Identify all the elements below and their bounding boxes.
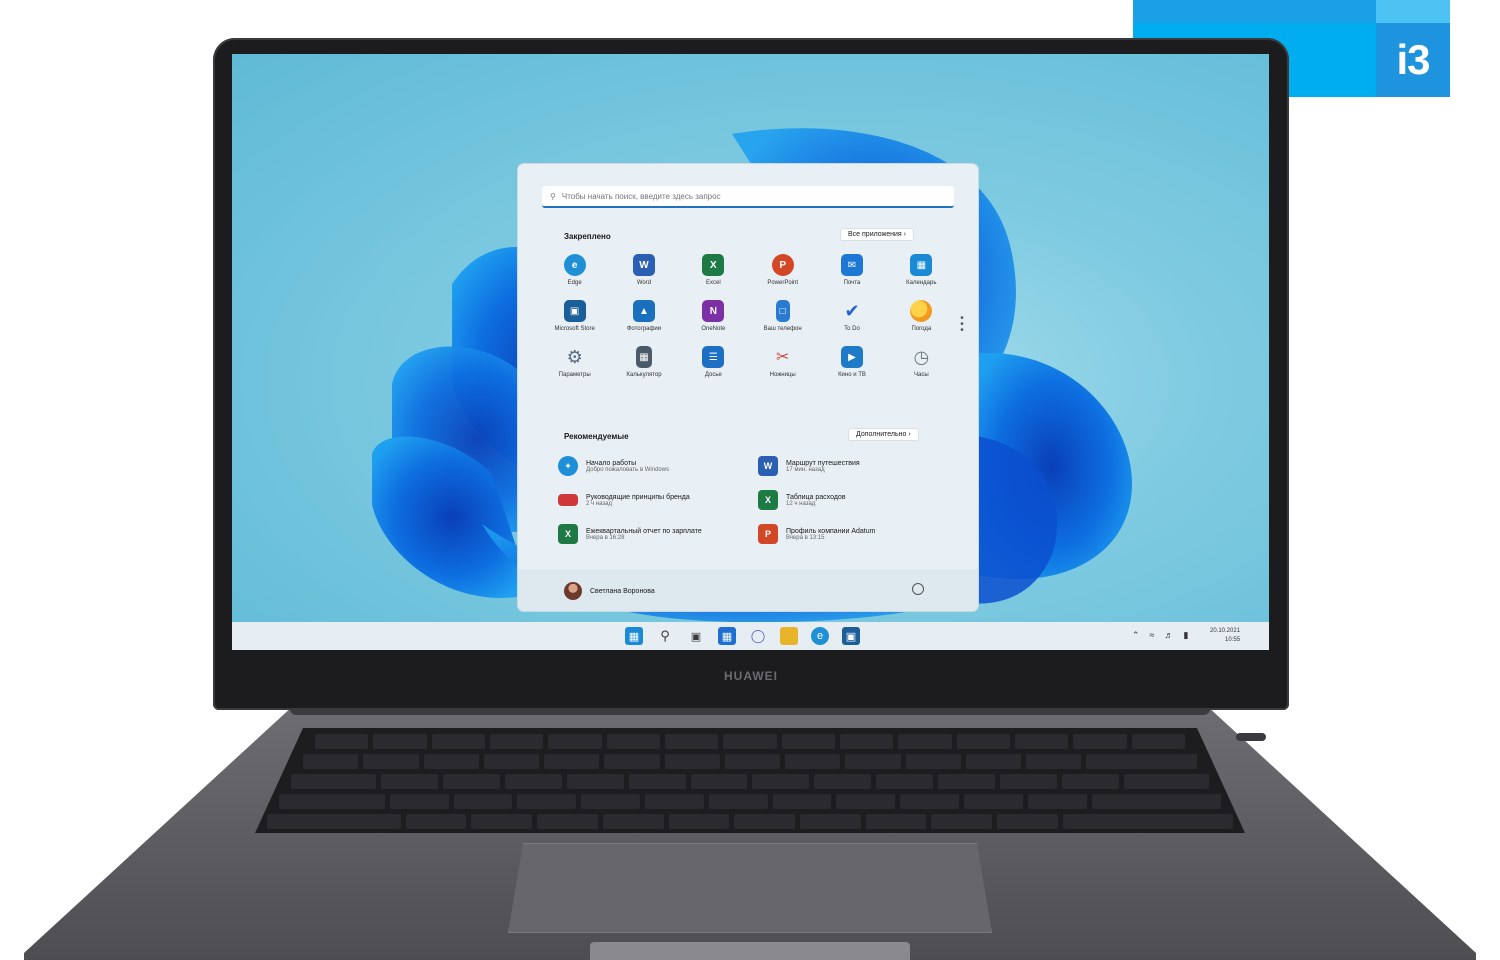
calculator-icon: ▦	[635, 346, 652, 368]
power-icon[interactable]	[912, 583, 924, 595]
start-search-input[interactable]	[561, 191, 922, 201]
pinned-app-movies[interactable]: ▶ Кино и ТВ	[817, 346, 886, 378]
user-account[interactable]: Светлана Воронова	[564, 582, 655, 600]
onenote-icon: N	[702, 300, 725, 322]
recommended-item[interactable]: Руководящие принципы бренда 2 ч назад	[558, 490, 738, 510]
pinned-app-calculator[interactable]: ▦ Калькулятор	[609, 346, 678, 378]
power-button	[1236, 733, 1266, 741]
taskview-icon[interactable]: ▣	[687, 627, 705, 645]
pinned-app-snipping[interactable]: ✂ Ножницы	[748, 346, 817, 378]
key-row	[303, 754, 1197, 769]
ppt-doc-icon: P	[758, 524, 778, 544]
excel-doc-icon: X	[758, 490, 778, 510]
key-row	[267, 814, 1233, 829]
phone-icon: □	[775, 300, 790, 322]
user-name: Светлана Воронова	[590, 587, 655, 595]
pinned-app-todo[interactable]: ✔ To Do	[817, 300, 886, 333]
start-footer: Светлана Воронова	[518, 569, 978, 611]
movies-icon: ▶	[840, 346, 863, 368]
recommended-item[interactable]: P Профиль компании Adatum Вчера в 13:15	[758, 524, 938, 544]
store-icon[interactable]: ▣	[842, 627, 860, 645]
pinned-app-onenote[interactable]: N OneNote	[679, 300, 748, 332]
key-row	[315, 734, 1185, 749]
edge-icon[interactable]: e	[811, 627, 829, 645]
search-icon: ⚲	[550, 191, 556, 201]
pinned-app-powerpoint[interactable]: P PowerPoint	[748, 254, 817, 286]
photos-icon: ▲	[632, 300, 655, 322]
pinned-app-edge[interactable]: e Edge	[540, 254, 609, 286]
pinned-app-photos[interactable]: ▲ Фотографии	[609, 300, 678, 332]
date-text: 20.10.2021	[1210, 628, 1241, 634]
recommended-item[interactable]: X Ежеквартальный отчет по зарплате Вчера …	[558, 524, 738, 544]
pinned-app-calendar[interactable]: ▦ Календарь	[887, 254, 956, 286]
widgets-icon[interactable]: ▦	[718, 627, 736, 645]
weather-icon	[910, 300, 933, 322]
recommended-item[interactable]: W Маршрут путешествия 17 мин. назад	[758, 456, 938, 476]
pinned-apps-grid: e Edge W Word X Excel P PowerPoint ✉ Почта ▦ К…	[540, 254, 956, 378]
badge-block	[1133, 0, 1376, 23]
key-row	[279, 794, 1221, 809]
chat-icon[interactable]: ◯	[749, 627, 767, 645]
pinned-app-weather[interactable]: Погода	[887, 300, 956, 332]
all-apps-button[interactable]: Все приложения ›	[840, 228, 914, 241]
excel-icon: X	[702, 254, 725, 276]
word-doc-icon: W	[758, 456, 778, 476]
pinned-title: Закреплено	[564, 232, 611, 241]
key-row	[291, 774, 1209, 789]
laptop-lip	[590, 942, 910, 960]
time-text: 10:55	[1225, 637, 1241, 643]
avatar	[564, 582, 582, 600]
pinned-app-mail[interactable]: ✉ Почта	[817, 254, 886, 286]
explorer-icon[interactable]	[780, 627, 798, 645]
pinned-app-clock[interactable]: ◷ Часы	[887, 346, 956, 379]
brand-logo: HUAWEI	[724, 669, 778, 683]
wifi-icon[interactable]: ≈	[1150, 630, 1155, 641]
pinned-app-word[interactable]: W Word	[609, 254, 678, 286]
badge-block	[1376, 0, 1450, 23]
more-button[interactable]: Дополнительно ›	[848, 428, 919, 441]
page-dots-icon[interactable]: • • •	[959, 314, 965, 336]
keyboard	[255, 728, 1245, 833]
battery-icon[interactable]: ▮	[1184, 630, 1189, 641]
pinned-app-news[interactable]: ☰ Досье	[679, 346, 748, 378]
taskbar: ▦ ⚲ ▣ ▦ ◯ e ▣ ⌃ ≈ ♬ ▮ 20.10.2021 10:55	[232, 622, 1269, 650]
recommended-item[interactable]: X Таблица расходов 12 ч назад	[758, 490, 938, 510]
start-icon[interactable]: ▦	[625, 627, 643, 645]
badge-text: i3	[1396, 36, 1430, 83]
recommended-title: Рекомендуемые	[564, 432, 629, 441]
todo-icon: ✔	[844, 300, 860, 321]
system-tray: ⌃ ≈ ♬ ▮	[1132, 630, 1188, 641]
word-icon: W	[632, 254, 655, 276]
pinned-app-phone[interactable]: □ Ваш телефон	[748, 300, 817, 332]
start-search-box[interactable]: ⚲	[542, 186, 954, 208]
search-icon[interactable]: ⚲	[656, 627, 674, 645]
pdf-icon	[558, 494, 578, 506]
edge-icon: e	[563, 254, 586, 276]
snipping-icon: ✂	[775, 349, 790, 366]
start-menu: ⚲ Закреплено Все приложения › eEdge WWor…	[518, 164, 978, 611]
settings-icon: ⚙	[566, 346, 583, 367]
store-icon: ▣	[563, 300, 586, 322]
calendar-icon: ▦	[910, 254, 933, 276]
taskbar-clock[interactable]: 20.10.2021 10:55	[1210, 627, 1240, 645]
pinned-app-excel[interactable]: X Excel	[679, 254, 748, 286]
news-icon: ☰	[702, 346, 725, 368]
powerpoint-icon: P	[771, 254, 794, 276]
getstarted-icon: ✦	[558, 456, 578, 476]
mail-icon: ✉	[840, 254, 863, 276]
recommended-list: ✦ Начало работы Добро пожаловать в Window…	[558, 456, 938, 544]
recommended-item[interactable]: ✦ Начало работы Добро пожаловать в Window…	[558, 456, 738, 476]
clock-icon: ◷	[913, 346, 930, 367]
pinned-app-store[interactable]: ▣ Microsoft Store	[540, 300, 609, 332]
chevron-up-icon[interactable]: ⌃	[1132, 630, 1140, 641]
volume-icon[interactable]: ♬	[1165, 630, 1174, 641]
taskbar-icons: ▦ ⚲ ▣ ▦ ◯ e ▣	[625, 627, 860, 645]
pinned-app-settings[interactable]: ⚙ Параметры	[540, 346, 609, 379]
excel-doc-icon: X	[558, 524, 578, 544]
touchpad	[508, 843, 992, 933]
desktop-screen: ⚲ Закреплено Все приложения › eEdge WWor…	[232, 54, 1269, 650]
